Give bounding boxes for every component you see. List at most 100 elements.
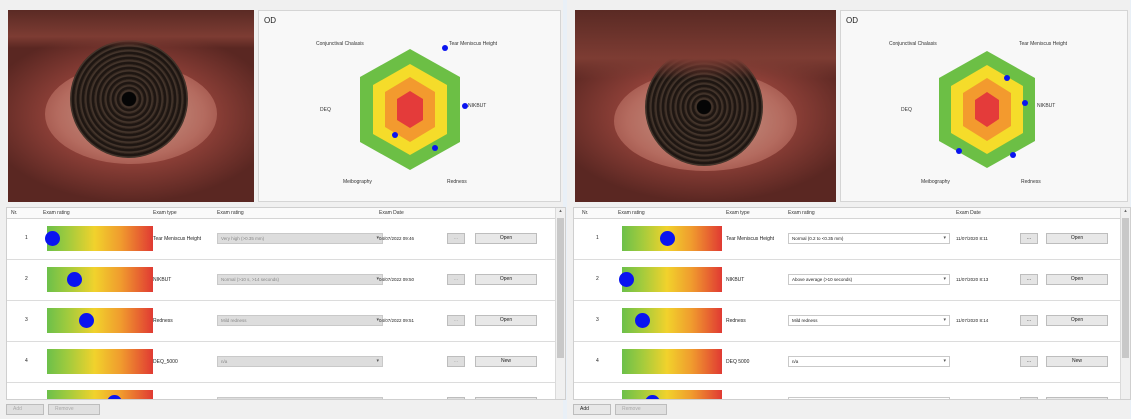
- rating-scale: [619, 267, 722, 292]
- row-number: 5: [596, 399, 599, 400]
- chevron-down-icon[interactable]: ▾: [943, 235, 946, 241]
- more-button[interactable]: ...: [447, 274, 465, 285]
- chevron-down-icon[interactable]: ▾: [943, 317, 946, 323]
- add-button[interactable]: Add: [6, 404, 44, 415]
- header-exam-date: Exam Date: [379, 210, 404, 216]
- row-number: 1: [596, 235, 599, 241]
- rating-scale: [45, 226, 153, 251]
- chevron-down-icon[interactable]: ▾: [943, 399, 946, 400]
- table-header: Nr. Exam rating Exam type Exam rating Ex…: [7, 208, 565, 219]
- more-button[interactable]: ...: [1020, 356, 1038, 367]
- exam-rating-value: Mild redness: [221, 318, 247, 323]
- axis-label-2: Redness: [447, 179, 467, 185]
- exam-rating-select[interactable]: Very high (>0.35 mm) ▾: [217, 233, 383, 244]
- right-exam-table: Nr. Exam rating Exam type Exam rating Ex…: [573, 207, 1131, 400]
- more-button[interactable]: ...: [447, 356, 465, 367]
- open-button[interactable]: Open: [475, 274, 537, 285]
- open-button[interactable]: New: [1046, 356, 1108, 367]
- table-row[interactable]: 2 NIKBUT Above average (>10 seconds) ▾ 11/07…: [574, 260, 1120, 301]
- table-row[interactable]: 3 Redness Mild redness ▾ 04/07/2022 09:51...…: [7, 301, 555, 342]
- axis-label-3: Meibography: [921, 179, 950, 185]
- table-row[interactable]: 5MeibographyGrade 1: <33% drop-out▾11/07…: [574, 383, 1120, 400]
- left-exam-panel: OD Tear Meniscus Height NIKBUT Redness M…: [0, 0, 566, 419]
- table-row[interactable]: 1 Tear Meniscus Height Very high (>0.35 mm…: [7, 219, 555, 260]
- vertical-scrollbar[interactable]: ▴: [1120, 208, 1130, 399]
- exam-rating-select[interactable]: Mild redness ▾: [788, 315, 950, 326]
- exam-rating-select[interactable]: Mild redness ▾: [217, 315, 383, 326]
- table-row[interactable]: 5MeibographyGrade 2: 33% - 66% drop-out▾…: [7, 383, 555, 400]
- chevron-down-icon[interactable]: ▾: [943, 358, 946, 364]
- exam-type: DEQ 5000: [726, 359, 750, 365]
- row-number: 1: [25, 235, 28, 241]
- exam-rating-select[interactable]: n/a ▾: [217, 356, 383, 367]
- more-button[interactable]: ...: [447, 397, 465, 399]
- rating-scale: [47, 267, 153, 292]
- exam-rating-select[interactable]: Grade 2: 33% - 66% drop-out▾: [217, 397, 383, 400]
- row-number: 5: [25, 399, 28, 400]
- open-button[interactable]: Open: [475, 315, 537, 326]
- row-number: 4: [25, 358, 28, 364]
- exam-rating-value: Very high (>0.35 mm): [221, 236, 265, 241]
- row-number: 4: [596, 358, 599, 364]
- open-button[interactable]: Open: [475, 397, 537, 399]
- right-exam-panel: OD Tear Meniscus Height NIKBUT Redness M…: [567, 0, 1131, 419]
- chevron-down-icon[interactable]: ▾: [376, 399, 379, 400]
- add-button[interactable]: Add: [573, 404, 611, 415]
- value-dot-inner: [392, 132, 398, 138]
- exam-date: 11/07/2020 8:11: [956, 236, 988, 241]
- exam-rating-value: n/a: [221, 359, 228, 364]
- table-row[interactable]: 1 Tear Meniscus Height Normal (0.2 to <0.3…: [574, 219, 1120, 260]
- open-button[interactable]: Open: [1046, 315, 1108, 326]
- axis-label-0: Tear Meniscus Height: [449, 41, 498, 47]
- table-header: Nr. Exam rating Exam type Exam rating Ex…: [574, 208, 1130, 219]
- exam-rating-select[interactable]: Above average (>10 seconds) ▾: [788, 274, 950, 285]
- rating-dot: [106, 395, 122, 399]
- scroll-thumb[interactable]: [1122, 218, 1129, 358]
- table-row[interactable]: 3 Redness Mild redness ▾ 11/07/2020 8:14... O…: [574, 301, 1120, 342]
- exam-rating-select[interactable]: n/a ▾: [788, 356, 950, 367]
- open-button[interactable]: Open: [475, 233, 537, 244]
- exam-type: Redness: [726, 318, 746, 324]
- exam-rating-value: Mild redness: [792, 318, 818, 323]
- rating-dot: [660, 231, 675, 246]
- more-button[interactable]: ...: [1020, 315, 1038, 326]
- open-button[interactable]: Open: [1046, 274, 1108, 285]
- scroll-up-icon[interactable]: ▴: [1121, 208, 1130, 216]
- header-exam-type: Exam type: [153, 210, 177, 216]
- row-number: 2: [25, 276, 28, 282]
- exam-rating-value: Normal (0.2 to <0.35 mm): [792, 236, 844, 241]
- table-row[interactable]: 4 DEQ_5000 n/a ▾... New: [7, 342, 555, 383]
- table-row[interactable]: 2 NIKBUT Normal (>10 s, >14 seconds) ▾ 04/07…: [7, 260, 555, 301]
- header-exam-rating: Exam rating: [43, 210, 70, 216]
- exam-rating-select[interactable]: Grade 1: <33% drop-out▾: [788, 397, 950, 400]
- remove-button[interactable]: Remove: [48, 404, 100, 415]
- rating-scale: [622, 349, 722, 374]
- scroll-thumb[interactable]: [557, 218, 564, 358]
- rating-scale: [47, 349, 153, 374]
- scroll-up-icon[interactable]: ▴: [556, 208, 565, 216]
- table-row[interactable]: 4 DEQ 5000 n/a ▾... New: [574, 342, 1120, 383]
- header-exam-type: Exam type: [726, 210, 750, 216]
- more-button[interactable]: ...: [447, 233, 465, 244]
- header-exam-rating-text: Exam rating: [217, 210, 244, 216]
- axis-label-2: Redness: [1021, 179, 1041, 185]
- exam-rating-select[interactable]: Normal (0.2 to <0.35 mm) ▾: [788, 233, 950, 244]
- axis-label-0: Tear Meniscus Height: [1019, 41, 1068, 47]
- open-button[interactable]: New: [475, 356, 537, 367]
- open-button[interactable]: Open: [1046, 397, 1108, 399]
- exam-rating-select[interactable]: Normal (>10 s, >14 seconds) ▾: [217, 274, 383, 285]
- value-dot-meibography: [956, 148, 962, 154]
- rating-dot: [45, 231, 61, 246]
- value-dot-tear-meniscus: [1004, 75, 1010, 81]
- open-button[interactable]: Open: [1046, 233, 1108, 244]
- chevron-down-icon[interactable]: ▾: [376, 358, 379, 364]
- more-button[interactable]: ...: [1020, 274, 1038, 285]
- more-button[interactable]: ...: [447, 315, 465, 326]
- more-button[interactable]: ...: [1020, 233, 1038, 244]
- chevron-down-icon[interactable]: ▾: [943, 276, 946, 282]
- remove-button[interactable]: Remove: [615, 404, 667, 415]
- vertical-scrollbar[interactable]: ▴: [555, 208, 565, 399]
- right-eye-photo: [575, 10, 836, 202]
- more-button[interactable]: ...: [1020, 397, 1038, 399]
- exam-type: Redness: [153, 318, 173, 324]
